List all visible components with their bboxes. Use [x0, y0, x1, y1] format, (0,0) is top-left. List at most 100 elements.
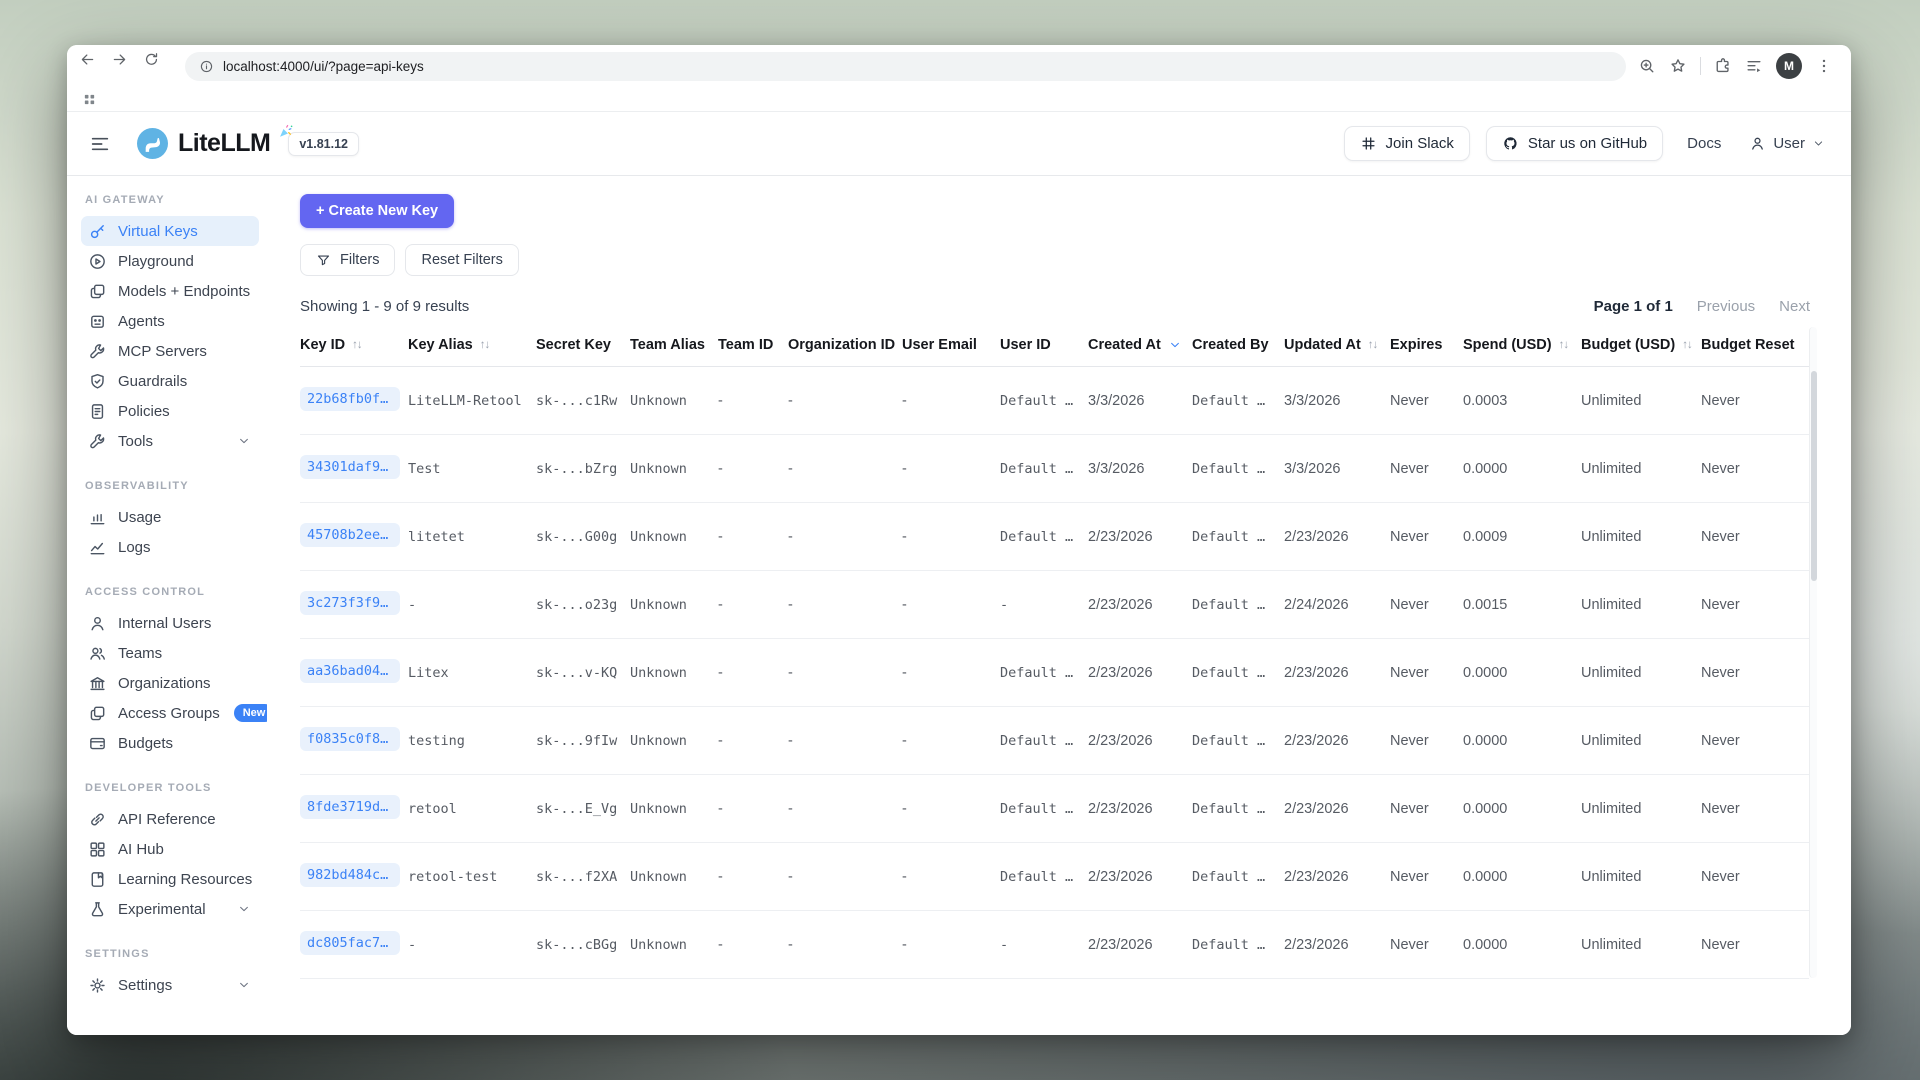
column-header-user-id[interactable]: User ID: [1000, 325, 1088, 367]
column-header-key-alias[interactable]: Key Alias↑↓: [408, 325, 536, 367]
address-bar[interactable]: localhost:4000/ui/?page=api-keys: [185, 52, 1626, 81]
team-alias-cell: Unknown: [630, 775, 718, 843]
column-header-team-id[interactable]: Team ID: [718, 325, 788, 367]
table-scrollbar[interactable]: [1809, 327, 1817, 978]
previous-button[interactable]: Previous: [1697, 298, 1755, 315]
create-new-key-button[interactable]: + Create New Key: [300, 194, 454, 228]
sidebar-item-organizations[interactable]: Organizations: [81, 668, 259, 698]
column-header-expires[interactable]: Expires: [1390, 325, 1463, 367]
sidebar-item-tools[interactable]: Tools: [81, 426, 259, 456]
sidebar-item-label: Policies: [118, 403, 170, 420]
side-panel-icon[interactable]: [1745, 57, 1763, 75]
user-menu[interactable]: User: [1749, 135, 1825, 152]
bookmark-star-icon[interactable]: [1669, 57, 1687, 75]
updated-at-cell: 3/3/2026: [1284, 435, 1390, 503]
star-github-button[interactable]: Star us on GitHub: [1486, 126, 1663, 161]
key-id-link[interactable]: 8fde3719d8…: [300, 795, 400, 819]
sidebar-item-experimental[interactable]: Experimental: [81, 894, 259, 924]
user-icon: [1749, 135, 1766, 152]
user-id-cell: Default …: [1000, 639, 1088, 707]
column-header-secret-key[interactable]: Secret Key: [536, 325, 630, 367]
sidebar-item-models-endpoints[interactable]: Models + Endpoints: [81, 276, 259, 306]
key-id-link[interactable]: dc805fac7d…: [300, 931, 400, 955]
docs-link[interactable]: Docs: [1687, 135, 1721, 152]
sidebar-item-guardrails[interactable]: Guardrails: [81, 366, 259, 396]
chevron-down-icon: [1812, 137, 1825, 150]
sidebar-item-mcp-servers[interactable]: MCP Servers: [81, 336, 259, 366]
budget-cell: Unlimited: [1581, 707, 1701, 775]
key-id-link[interactable]: 34301daf9f…: [300, 455, 400, 479]
star-github-label: Star us on GitHub: [1528, 135, 1647, 152]
column-header-created-by[interactable]: Created By: [1192, 325, 1284, 367]
sort-desc-icon[interactable]: [1168, 338, 1182, 352]
sidebar-item-virtual-keys[interactable]: Virtual Keys: [81, 216, 259, 246]
sidebar-item-budgets[interactable]: Budgets: [81, 728, 259, 758]
column-header-spend-usd[interactable]: Spend (USD)↑↓: [1463, 325, 1581, 367]
column-header-budget-reset[interactable]: Budget Reset: [1701, 325, 1809, 367]
sidebar-nav: AI GATEWAYVirtual KeysPlaygroundModels +…: [67, 176, 267, 1035]
reset-filters-button[interactable]: Reset Filters: [405, 244, 518, 276]
sort-icon[interactable]: ↑↓: [1559, 339, 1569, 351]
sidebar-item-policies[interactable]: Policies: [81, 396, 259, 426]
next-button[interactable]: Next: [1779, 298, 1810, 315]
expires-cell: Never: [1390, 775, 1463, 843]
team-alias-cell: Unknown: [630, 367, 718, 435]
key-id-link[interactable]: 982bd484c7…: [300, 863, 400, 887]
column-header-created-at[interactable]: Created At: [1088, 325, 1192, 367]
user-email-cell: -: [902, 911, 1000, 979]
browser-window: localhost:4000/ui/?page=api-keys M Lit: [67, 45, 1851, 1035]
sidebar-item-agents[interactable]: Agents: [81, 306, 259, 336]
sort-icon[interactable]: ↑↓: [1682, 339, 1692, 351]
sidebar-item-label: Experimental: [118, 901, 206, 918]
sidebar-item-label: Teams: [118, 645, 162, 662]
filters-button[interactable]: Filters: [300, 244, 395, 276]
sort-icon[interactable]: ↑↓: [1368, 339, 1378, 351]
sidebar-item-settings[interactable]: Settings: [81, 970, 259, 1000]
sidebar-item-learning-resources[interactable]: Learning Resources: [81, 864, 259, 894]
sidebar-item-usage[interactable]: Usage: [81, 502, 259, 532]
apps-grid-icon[interactable]: [82, 92, 97, 107]
column-header-organization-id[interactable]: Organization ID: [788, 325, 902, 367]
sidebar-item-logs[interactable]: Logs: [81, 532, 259, 562]
sidebar-item-label: Logs: [118, 539, 151, 556]
column-header-updated-at[interactable]: Updated At↑↓: [1284, 325, 1390, 367]
key-id-link[interactable]: 22b68fb0f0…: [300, 387, 400, 411]
sidebar-item-access-groups[interactable]: Access GroupsNew: [81, 698, 259, 728]
extensions-icon[interactable]: [1714, 57, 1732, 75]
forward-button[interactable]: [111, 51, 141, 81]
secret-key-cell: sk-...9fIw: [536, 707, 630, 775]
sort-icon[interactable]: ↑↓: [352, 339, 362, 351]
sidebar-item-api-reference[interactable]: API Reference: [81, 804, 259, 834]
zoom-icon[interactable]: [1638, 57, 1656, 75]
sidebar-item-label: Usage: [118, 509, 161, 526]
key-id-link[interactable]: 3c273f3f9b…: [300, 591, 400, 615]
sidebar-item-label: Settings: [118, 977, 172, 994]
key-row: aa36bad046…Litexsk-...v-KQUnknown---Defa…: [300, 639, 1809, 707]
reload-button[interactable]: [143, 51, 173, 81]
profile-avatar[interactable]: M: [1776, 53, 1802, 79]
column-header-budget-usd[interactable]: Budget (USD)↑↓: [1581, 325, 1701, 367]
key-id-link[interactable]: 45708b2ee4…: [300, 523, 400, 547]
menu-kebab-icon[interactable]: [1815, 57, 1833, 75]
column-header-team-alias[interactable]: Team Alias: [630, 325, 718, 367]
sort-icon[interactable]: ↑↓: [480, 339, 490, 351]
key-alias-cell: -: [408, 571, 536, 639]
sidebar-item-playground[interactable]: Playground: [81, 246, 259, 276]
back-button[interactable]: [79, 51, 109, 81]
key-id-link[interactable]: aa36bad046…: [300, 659, 400, 683]
site-info-icon[interactable]: [199, 59, 214, 74]
team-alias-cell: Unknown: [630, 503, 718, 571]
expires-cell: Never: [1390, 503, 1463, 571]
collapse-sidebar-icon[interactable]: [89, 133, 111, 155]
key-id-link[interactable]: f0835c0f8d…: [300, 727, 400, 751]
keys-table-container: Key ID↑↓Key Alias↑↓Secret KeyTeam AliasT…: [300, 325, 1817, 979]
key-alias-cell: retool-test: [408, 843, 536, 911]
scrollbar-thumb[interactable]: [1811, 371, 1817, 581]
column-header-key-id[interactable]: Key ID↑↓: [300, 325, 408, 367]
brand[interactable]: LiteLLM: [137, 128, 270, 159]
sidebar-item-teams[interactable]: Teams: [81, 638, 259, 668]
join-slack-button[interactable]: Join Slack: [1344, 126, 1470, 161]
sidebar-item-ai-hub[interactable]: AI Hub: [81, 834, 259, 864]
column-header-user-email[interactable]: User Email: [902, 325, 1000, 367]
sidebar-item-internal-users[interactable]: Internal Users: [81, 608, 259, 638]
